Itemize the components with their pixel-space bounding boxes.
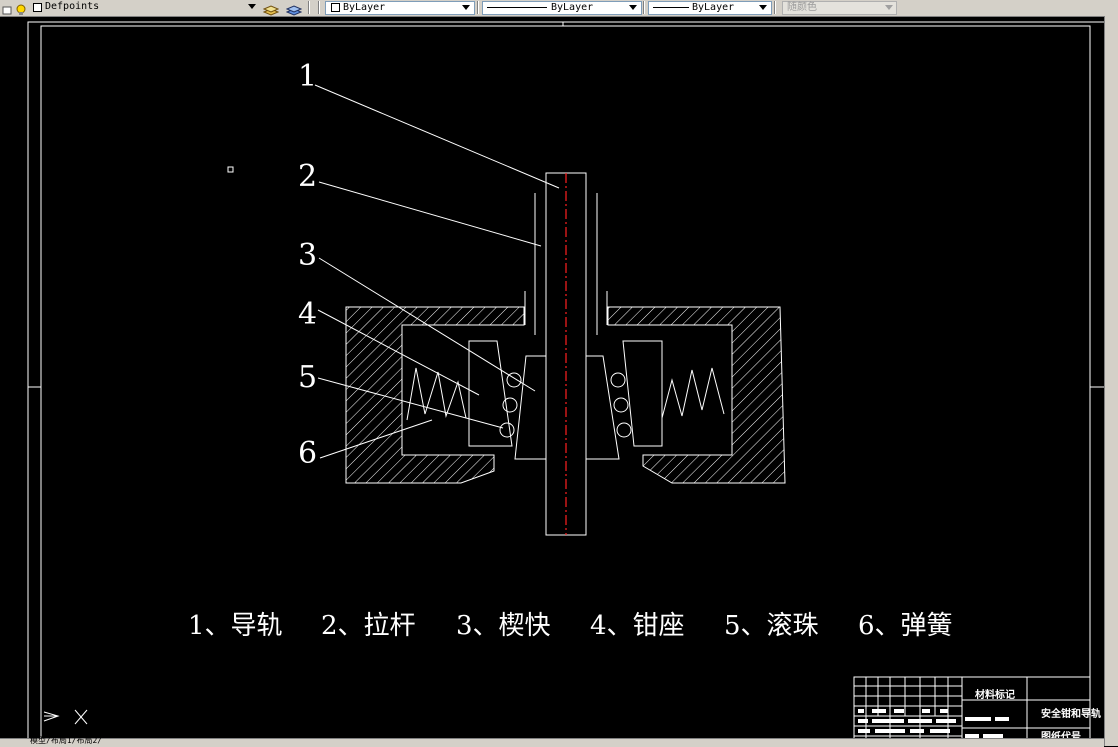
clamp-body-right [607,306,786,484]
layer-dropdown-arrow-icon[interactable] [248,4,256,9]
lineweight-value: ByLayer [692,2,735,13]
legend-item-clamp-seat: 4、钳座 [590,611,685,641]
toolbar-separator [477,1,479,14]
linetype-preview [487,7,547,8]
legend-item-wedge: 3、楔快 [456,611,551,641]
callout-5: 5 [298,360,318,395]
drawing-canvas[interactable]: 1 2 3 4 5 6 1、导轨 2、拉杆 3、楔快 4、钳座 5、滚珠 6、弹… [0,16,1104,746]
legend-item-pull-rod: 2、拉杆 [321,611,416,641]
legend-item-spring: 6、弹簧 [858,611,953,641]
lineweight-dropdown[interactable]: ByLayer [648,1,772,15]
callout-6: 6 [298,436,318,471]
plotstyle-dropdown: 随颜色 [782,1,897,15]
callout-3: 3 [298,238,318,273]
color-swatch [331,3,340,12]
ucs-icon [43,709,88,725]
vertical-scrollbar[interactable] [1104,16,1118,746]
color-dropdown[interactable]: ByLayer [325,1,475,15]
layer-color-swatch [33,3,42,12]
drawing-name: 安全钳和导轨 [1041,709,1101,720]
leader-line [314,84,560,189]
chevron-down-icon [885,5,893,10]
callout-4: 4 [298,297,318,332]
callout-1: 1 [298,59,318,94]
layout-tabs[interactable]: 模型/布局1/布局2/ [30,736,102,746]
callout-2: 2 [298,159,318,194]
roller [616,422,632,438]
roller [502,397,518,413]
linetype-value: ByLayer [551,2,594,13]
chevron-down-icon [629,5,637,10]
clamp-seat-right [622,340,663,447]
lineweight-preview [653,7,689,8]
layer-state-icon[interactable] [1,1,15,15]
chevron-down-icon [759,5,767,10]
legend-item-guide-rail: 1、导轨 [188,611,283,641]
wedge-left [514,355,547,460]
clamp-body-left [345,306,525,484]
linetype-dropdown[interactable]: ByLayer [482,1,642,15]
toolbar-separator [308,1,310,14]
grip-point [227,166,234,173]
lightbulb-icon[interactable] [15,1,29,15]
roller [499,422,515,438]
roller [610,372,626,388]
leader-line [318,181,542,247]
chevron-down-icon [462,5,470,10]
roller [613,397,629,413]
properties-toolbar: Defpoints ByLayer ByLayer ByLayer 随颜色 [0,0,1118,17]
spring-right [661,367,725,419]
plotstyle-value: 随颜色 [787,2,817,13]
legend-item-roller: 5、滚珠 [724,611,819,641]
material-mark-label: 材料标记 [975,690,1015,701]
spring-left [406,367,467,421]
toolbar-separator [318,1,320,14]
color-value: ByLayer [343,2,386,13]
toolbar-separator [774,1,776,14]
toolbar-separator [643,1,645,14]
layer-name: Defpoints [45,1,100,12]
make-current-layer-icon[interactable] [262,1,280,16]
layer-previous-icon[interactable] [285,1,303,16]
